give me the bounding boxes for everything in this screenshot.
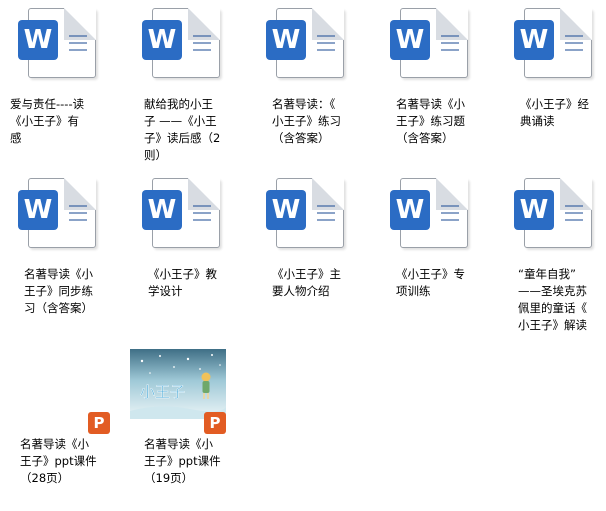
word-doc-icon: W [390, 6, 470, 88]
file-name: 名著导读《小 王子》练习题 （含答案） [396, 97, 465, 145]
word-badge: W [514, 190, 554, 230]
word-doc-icon: W [514, 6, 594, 88]
file-name: 《小王子》主 要人物介绍 [272, 267, 341, 298]
word-doc-icon: W [514, 176, 594, 258]
file-name: 名著导读：《 小王子》练习 （含答案） [272, 97, 341, 145]
word-badge: W [18, 190, 58, 230]
word-doc-icon: W [142, 176, 222, 258]
word-badge: W [390, 20, 430, 60]
file-name: 名著导读《小 王子》同步练 习（含答案） [24, 267, 93, 315]
ppt-badge: P [204, 412, 226, 434]
powerpoint-icon: P [18, 346, 110, 434]
ppt-badge: P [88, 412, 110, 434]
word-doc-icon: W [18, 176, 98, 258]
word-doc-icon: W [390, 176, 470, 258]
file-name: 《小王子》专 项训练 [396, 267, 465, 298]
word-badge: W [18, 20, 58, 60]
word-badge: W [514, 20, 554, 60]
file-name: 爱与责任----读 《小王子》有 感 [10, 97, 85, 145]
file-name: 名著导读《小 王子》ppt课件 （19页） [144, 437, 221, 485]
ppt-thumbnail: 小王子 P [130, 346, 230, 434]
word-doc-icon: W [266, 176, 346, 258]
word-doc-icon: W [266, 6, 346, 88]
word-badge: W [266, 20, 306, 60]
slide-title-text: 小王子 [140, 383, 185, 401]
word-badge: W [142, 20, 182, 60]
file-name: 《小王子》经 典诵读 [520, 97, 589, 128]
word-doc-icon: W [142, 6, 222, 88]
file-name: “童年自我” ——圣埃克苏 佩里的童话《 小王子》解读 [518, 267, 587, 332]
file-name: 名著导读《小 王子》ppt课件 （28页） [20, 437, 97, 485]
word-badge: W [142, 190, 182, 230]
word-badge: W [390, 190, 430, 230]
word-doc-icon: W [18, 6, 98, 88]
file-name: 献给我的小王 子 ——《小王 子》读后感（2 则） [144, 97, 221, 162]
word-badge: W [266, 190, 306, 230]
file-name: 《小王子》教 学设计 [148, 267, 217, 298]
slide-thumbnail-image: 小王子 [130, 349, 226, 419]
